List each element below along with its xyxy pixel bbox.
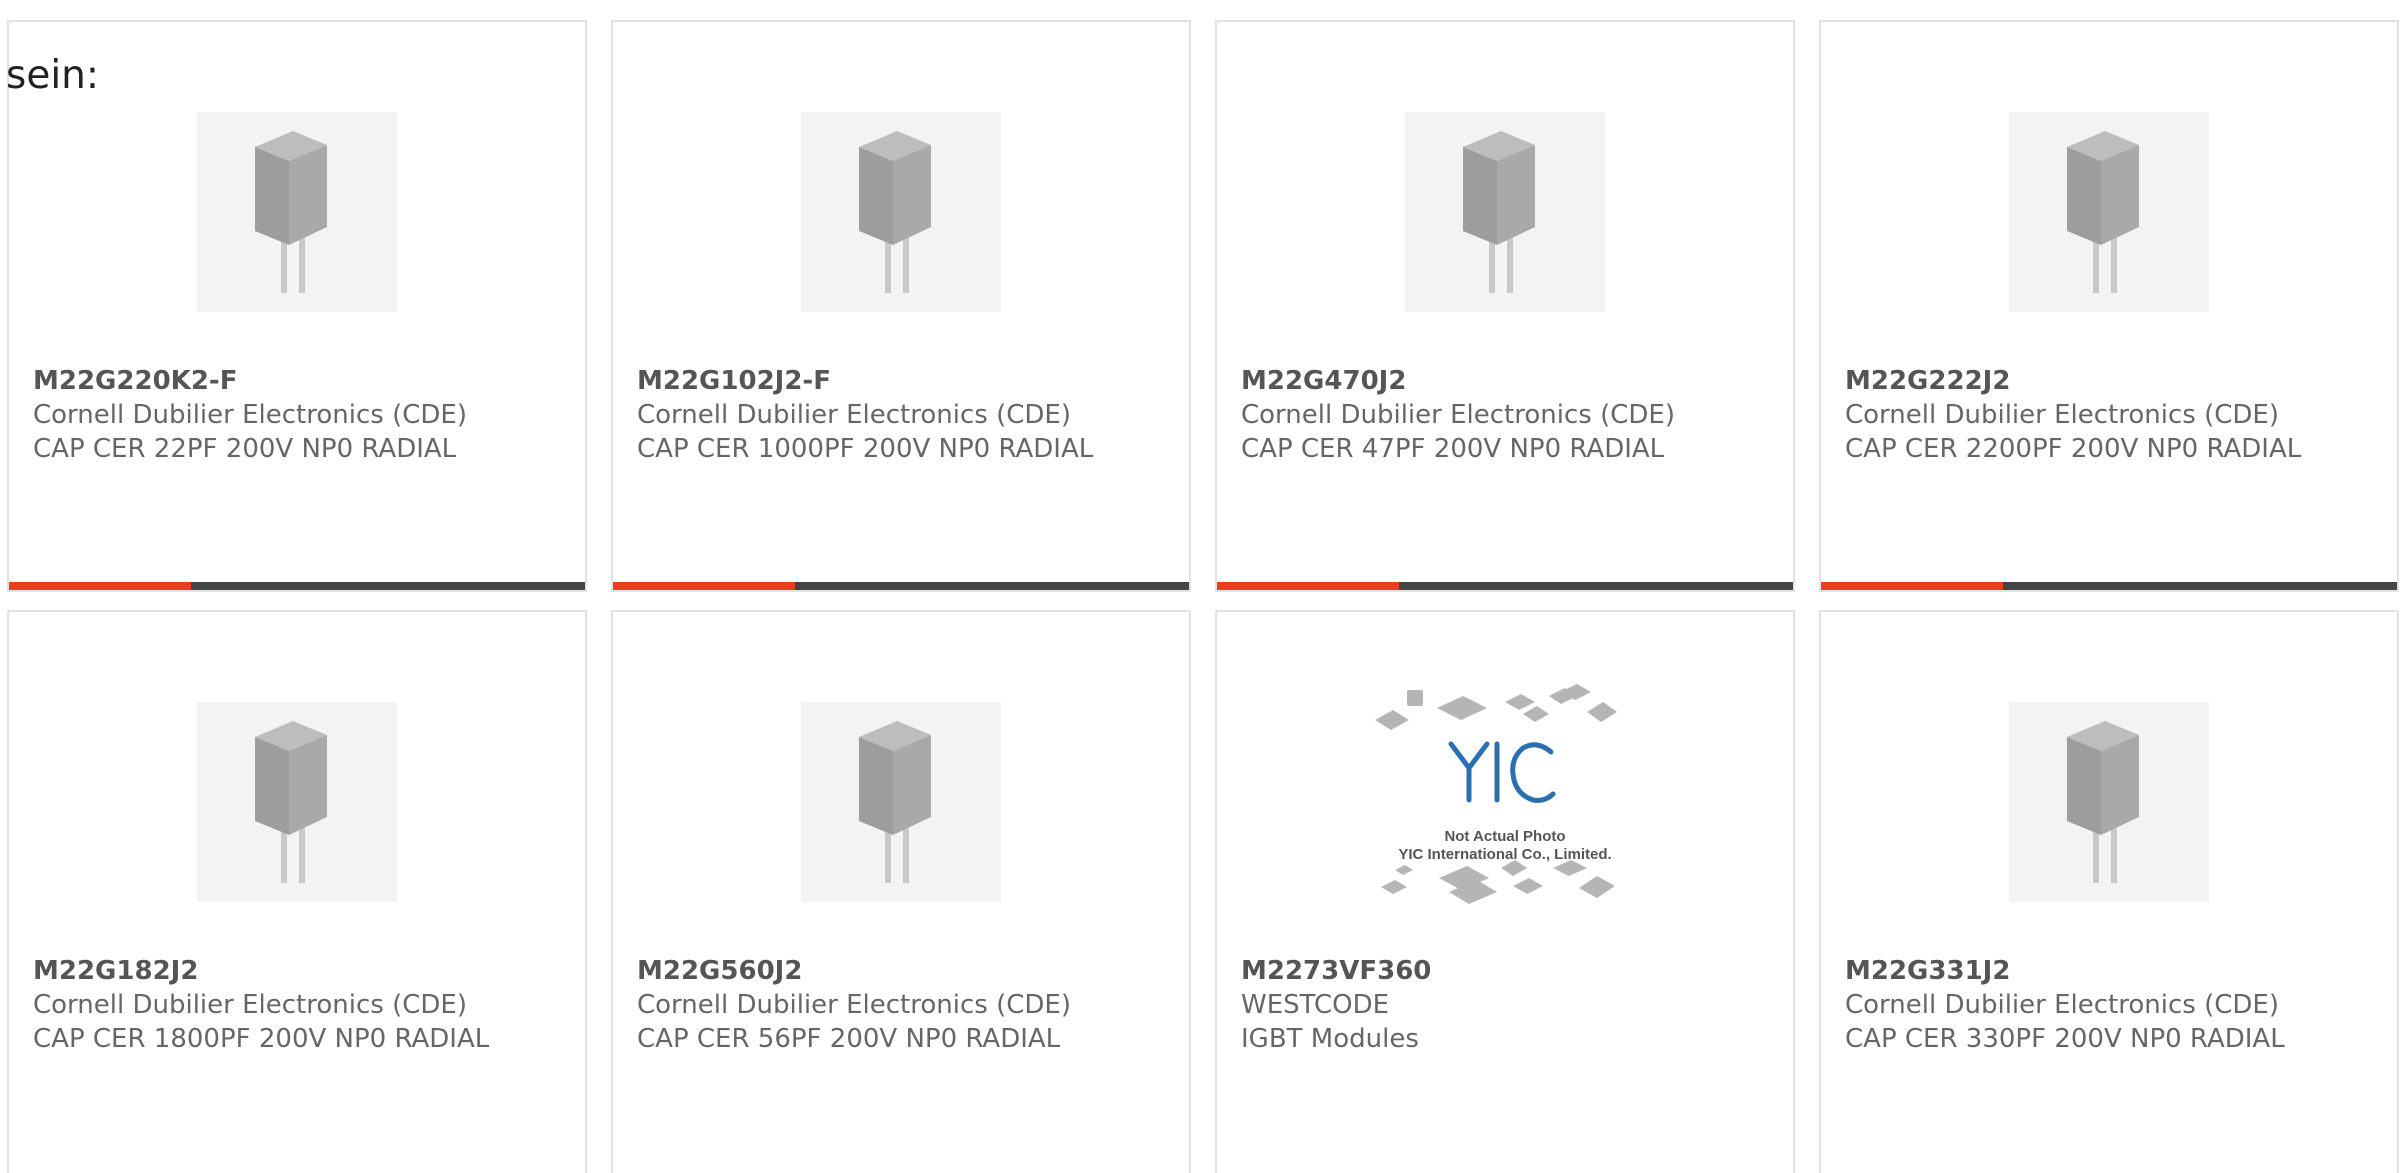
- intro-text: sein:: [6, 53, 100, 98]
- manufacturer-name: Cornell Dubilier Electronics (CDE): [637, 990, 1071, 1020]
- product-description: CAP CER 330PF 200V NP0 RADIAL: [1845, 1024, 2285, 1054]
- manufacturer-name: Cornell Dubilier Electronics (CDE): [1845, 400, 2279, 430]
- capacitor-photo: [1405, 112, 1605, 312]
- capacitor-photo: [197, 112, 397, 312]
- card-highlight-accent: [1217, 582, 1399, 590]
- part-number-link[interactable]: M22G220K2-F: [33, 364, 561, 398]
- product-card-3[interactable]: M22G470J2 Cornell Dubilier Electronics (…: [1215, 20, 1795, 592]
- product-description: CAP CER 22PF 200V NP0 RADIAL: [33, 434, 457, 464]
- manufacturer-name: Cornell Dubilier Electronics (CDE): [33, 400, 467, 430]
- capacitor-photo: [2009, 112, 2209, 312]
- manufacturer-name: WESTCODE: [1241, 990, 1390, 1020]
- manufacturer-name: Cornell Dubilier Electronics (CDE): [637, 400, 1071, 430]
- manufacturer-name: Cornell Dubilier Electronics (CDE): [1241, 400, 1675, 430]
- part-number-link[interactable]: M22G182J2: [33, 954, 561, 988]
- product-image[interactable]: [9, 82, 585, 342]
- capacitor-photo: [197, 702, 397, 902]
- product-image[interactable]: [9, 672, 585, 932]
- capacitor-photo: [2009, 702, 2209, 902]
- capacitor-photo: [801, 112, 1001, 312]
- product-card-7[interactable]: YICNot Actual PhotoYIC International Co.…: [1215, 610, 1795, 1173]
- product-card-1[interactable]: M22G220K2-F Cornell Dubilier Electronics…: [7, 20, 587, 592]
- card-highlight-bar: [1217, 582, 1793, 590]
- product-grid-page: sein: M22G220K2-F Cornell Dubilier Elect…: [0, 0, 2400, 1173]
- part-number-link[interactable]: M22G560J2: [637, 954, 1165, 988]
- product-card-2[interactable]: M22G102J2-F Cornell Dubilier Electronics…: [611, 20, 1191, 592]
- product-description: CAP CER 56PF 200V NP0 RADIAL: [637, 1024, 1061, 1054]
- capacitor-photo: [801, 702, 1001, 902]
- product-info: M2273VF360 WESTCODE IGBT Modules: [1241, 954, 1769, 1056]
- product-info: M22G470J2 Cornell Dubilier Electronics (…: [1241, 364, 1769, 466]
- card-highlight-bar: [1821, 582, 2397, 590]
- product-info: M22G222J2 Cornell Dubilier Electronics (…: [1845, 364, 2373, 466]
- product-info: M22G182J2 Cornell Dubilier Electronics (…: [33, 954, 561, 1056]
- product-description: CAP CER 1000PF 200V NP0 RADIAL: [637, 434, 1094, 464]
- part-number-link[interactable]: M22G222J2: [1845, 364, 2373, 398]
- part-number-link[interactable]: M22G331J2: [1845, 954, 2373, 988]
- product-description: CAP CER 47PF 200V NP0 RADIAL: [1241, 434, 1665, 464]
- card-highlight-accent: [9, 582, 191, 590]
- product-image[interactable]: [1821, 82, 2397, 342]
- product-card-4[interactable]: M22G222J2 Cornell Dubilier Electronics (…: [1819, 20, 2399, 592]
- card-highlight-bar: [9, 582, 585, 590]
- manufacturer-name: Cornell Dubilier Electronics (CDE): [33, 990, 467, 1020]
- product-description: CAP CER 2200PF 200V NP0 RADIAL: [1845, 434, 2302, 464]
- stock-photo-placeholder: YICNot Actual PhotoYIC International Co.…: [1365, 682, 1645, 922]
- product-card-6[interactable]: M22G560J2 Cornell Dubilier Electronics (…: [611, 610, 1191, 1173]
- card-highlight-bar: [613, 582, 1189, 590]
- product-grid: M22G220K2-F Cornell Dubilier Electronics…: [7, 20, 2399, 1173]
- card-highlight-accent: [613, 582, 795, 590]
- part-number-link[interactable]: M22G102J2-F: [637, 364, 1165, 398]
- product-info: M22G220K2-F Cornell Dubilier Electronics…: [33, 364, 561, 466]
- product-card-5[interactable]: M22G182J2 Cornell Dubilier Electronics (…: [7, 610, 587, 1173]
- product-info: M22G331J2 Cornell Dubilier Electronics (…: [1845, 954, 2373, 1056]
- product-description: CAP CER 1800PF 200V NP0 RADIAL: [33, 1024, 490, 1054]
- card-highlight-accent: [1821, 582, 2003, 590]
- product-description: IGBT Modules: [1241, 1024, 1419, 1054]
- not-actual-photo-caption: Not Actual Photo YIC International Co., L…: [1398, 828, 1612, 863]
- product-image[interactable]: [613, 82, 1189, 342]
- product-info: M22G102J2-F Cornell Dubilier Electronics…: [637, 364, 1165, 466]
- manufacturer-name: Cornell Dubilier Electronics (CDE): [1845, 990, 2279, 1020]
- product-info: M22G560J2 Cornell Dubilier Electronics (…: [637, 954, 1165, 1056]
- product-image[interactable]: YICNot Actual PhotoYIC International Co.…: [1217, 672, 1793, 932]
- part-number-link[interactable]: M2273VF360: [1241, 954, 1769, 988]
- product-image[interactable]: [1821, 672, 2397, 932]
- part-number-link[interactable]: M22G470J2: [1241, 364, 1769, 398]
- product-image[interactable]: [613, 672, 1189, 932]
- product-image[interactable]: [1217, 82, 1793, 342]
- product-card-8[interactable]: M22G331J2 Cornell Dubilier Electronics (…: [1819, 610, 2399, 1173]
